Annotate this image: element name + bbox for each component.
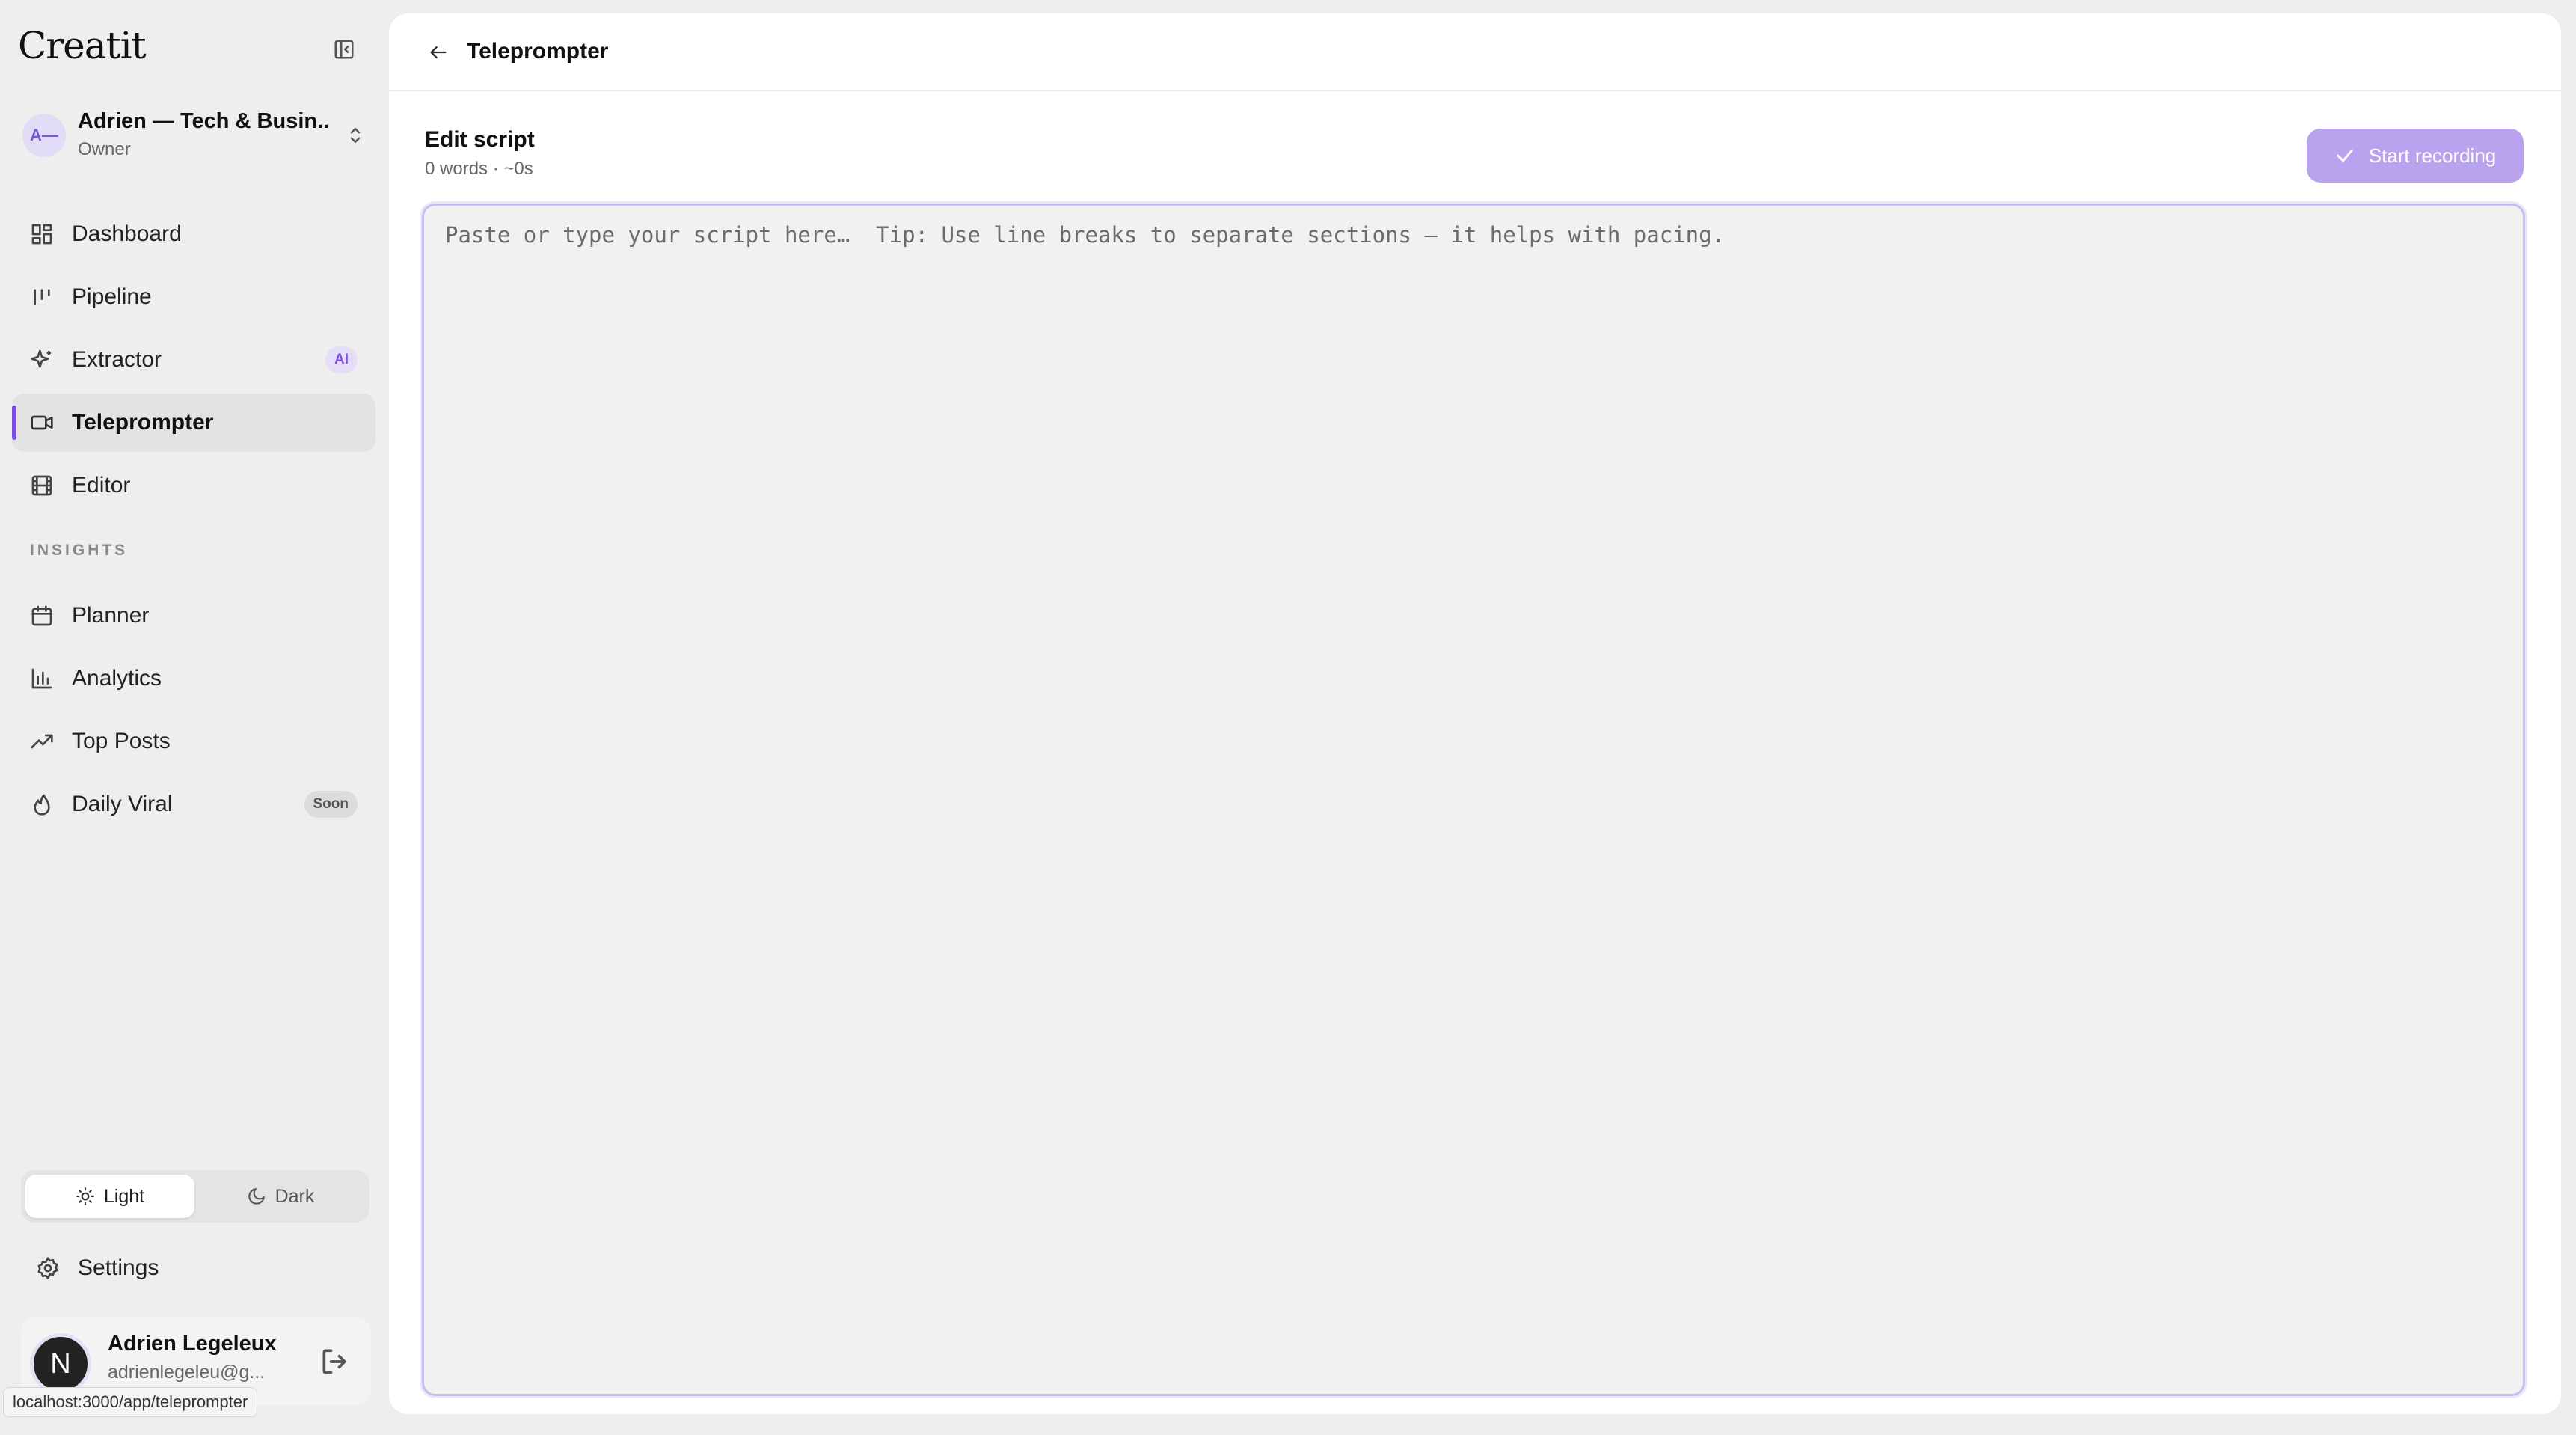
edit-script-title: Edit script <box>425 127 535 152</box>
nav-item-daily-viral[interactable]: Daily Viral Soon <box>12 775 375 833</box>
bar-chart-icon <box>28 665 55 692</box>
moon-icon <box>248 1188 265 1205</box>
account-switcher[interactable]: A— Adrien — Tech & Busin... Owner <box>22 108 367 166</box>
collapse-sidebar-button[interactable] <box>328 34 361 64</box>
theme-light-button[interactable]: Light <box>25 1175 194 1218</box>
account-role: Owner <box>78 139 131 159</box>
user-avatar: N <box>30 1333 91 1395</box>
account-avatar: A— <box>22 114 66 157</box>
nav-label: Daily Viral <box>72 792 173 816</box>
sparkle-icon <box>28 346 55 373</box>
script-textarea[interactable] <box>422 204 2525 1396</box>
sun-icon <box>76 1187 94 1205</box>
nav-item-analytics[interactable]: Analytics <box>12 649 375 708</box>
start-recording-button[interactable]: Start recording <box>2307 129 2524 183</box>
page-title: Teleprompter <box>467 39 609 64</box>
trending-up-icon <box>28 728 55 755</box>
settings-label: Settings <box>78 1255 159 1280</box>
gear-icon <box>34 1255 61 1282</box>
nav-item-pipeline[interactable]: Pipeline <box>12 268 375 326</box>
back-button[interactable] <box>422 36 455 69</box>
chevron-up-down-icon <box>350 128 361 143</box>
sidebar-collapse-icon <box>334 40 354 59</box>
theme-light-label: Light <box>103 1185 145 1207</box>
video-icon <box>28 409 55 436</box>
film-icon <box>28 472 55 499</box>
pipeline-icon <box>28 284 55 310</box>
logout-icon[interactable] <box>319 1345 352 1378</box>
sidebar: Creatit A— Adrien — Tech & Busin... Owne… <box>0 0 389 1435</box>
nav-label: Teleprompter <box>72 410 214 435</box>
nav-item-top-posts[interactable]: Top Posts <box>12 712 375 771</box>
nav-item-editor[interactable]: Editor <box>12 456 375 515</box>
user-name: Adrien Legeleux <box>108 1332 277 1356</box>
nav-label: Editor <box>72 473 131 498</box>
nav-item-extractor[interactable]: Extractor AI <box>12 331 375 389</box>
status-url-tooltip: localhost:3000/app/teleprompter <box>3 1387 258 1417</box>
theme-toggle: Light Dark <box>21 1170 369 1223</box>
page-header: Teleprompter <box>389 13 2561 91</box>
check-icon <box>2336 149 2353 162</box>
nav-item-teleprompter[interactable]: Teleprompter <box>12 394 375 452</box>
nav-label: Extractor <box>72 347 162 372</box>
settings-link[interactable]: Settings <box>21 1242 369 1294</box>
nav-label: Planner <box>72 603 150 628</box>
theme-dark-button[interactable]: Dark <box>196 1175 365 1218</box>
insights-section-label: INSIGHTS <box>30 542 129 559</box>
main-panel: Teleprompter Edit script 0 words · ~0s S… <box>389 13 2561 1414</box>
nav-label: Dashboard <box>72 221 182 246</box>
start-recording-label: Start recording <box>2368 144 2497 167</box>
nav-label: Analytics <box>72 666 162 691</box>
account-name: Adrien — Tech & Busin... <box>78 109 329 133</box>
theme-dark-label: Dark <box>275 1185 315 1207</box>
calendar-icon <box>28 602 55 629</box>
nav-item-dashboard[interactable]: Dashboard <box>12 205 375 263</box>
word-count: 0 words · ~0s <box>425 159 533 179</box>
user-email: adrienlegeleu@g... <box>108 1362 266 1383</box>
app-logo[interactable]: Creatit <box>18 24 147 67</box>
ai-badge: AI <box>325 346 358 373</box>
arrow-left-icon <box>430 46 447 59</box>
nav-label: Pipeline <box>72 284 152 309</box>
nav-label: Top Posts <box>72 729 171 753</box>
dashboard-icon <box>28 221 55 248</box>
soon-badge: Soon <box>304 791 358 818</box>
flame-icon <box>28 791 55 818</box>
nav-item-planner[interactable]: Planner <box>12 587 375 645</box>
